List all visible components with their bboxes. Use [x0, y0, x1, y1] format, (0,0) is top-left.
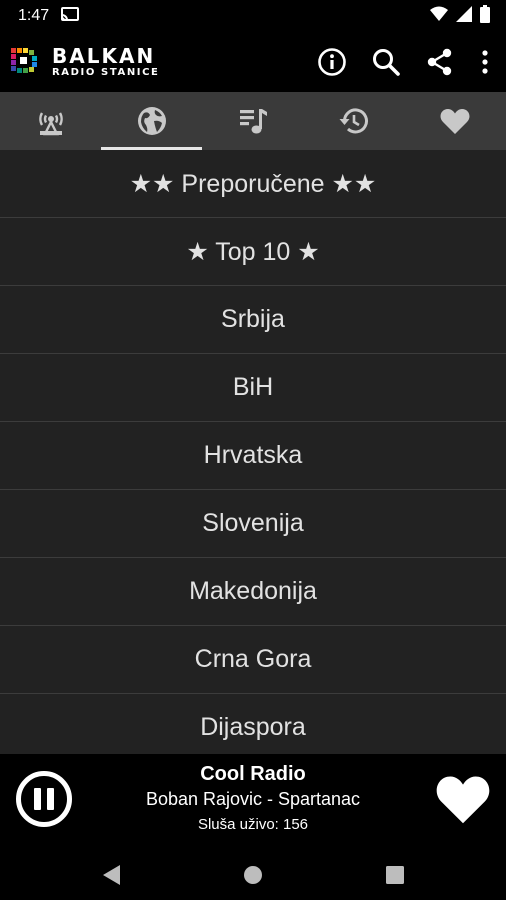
list-item[interactable]: Srbija — [0, 286, 506, 354]
favorite-button[interactable] — [434, 772, 492, 826]
pause-icon — [34, 788, 41, 810]
share-icon — [427, 48, 452, 76]
status-time: 1:47 — [18, 7, 50, 24]
recents-icon — [386, 866, 404, 884]
home-button[interactable] — [241, 863, 265, 887]
system-nav-bar — [0, 850, 506, 900]
tab-favorites[interactable] — [405, 92, 506, 150]
back-button[interactable] — [99, 863, 123, 887]
battery-icon — [480, 4, 490, 28]
logo-subtitle: RADIO STANICE — [52, 67, 160, 78]
heart-icon — [440, 109, 470, 134]
music-genre-icon — [240, 109, 267, 134]
now-playing-info[interactable]: Cool Radio Boban Rajovic - Spartanac Slu… — [100, 762, 406, 838]
status-bar: 1:47 — [0, 0, 506, 32]
globe-icon — [137, 107, 166, 135]
cast-icon — [61, 6, 80, 26]
list-item[interactable]: Crna Gora — [0, 626, 506, 694]
share-button[interactable] — [424, 46, 456, 78]
list-item[interactable]: Hrvatska — [0, 422, 506, 490]
search-button[interactable] — [370, 46, 402, 78]
app-bar: BALKAN RADIO STANICE — [0, 32, 506, 92]
overflow-menu-button[interactable] — [478, 46, 492, 78]
pause-button[interactable] — [16, 771, 72, 827]
history-icon — [339, 108, 369, 134]
country-list: ★★ Preporučene ★★ ★ Top 10 ★ Srbija BiH … — [0, 150, 506, 754]
mini-player: Cool Radio Boban Rajovic - Spartanac Slu… — [0, 754, 506, 850]
tab-genres[interactable] — [202, 92, 303, 150]
back-icon — [103, 865, 120, 885]
list-item[interactable]: ★ Top 10 ★ — [0, 218, 506, 286]
signal-icon — [456, 5, 472, 27]
list-item[interactable]: Slovenija — [0, 490, 506, 558]
list-item[interactable]: Makedonija — [0, 558, 506, 626]
listener-count: Sluša uživo: 156 — [197, 816, 309, 833]
logo-title: BALKAN — [52, 44, 156, 68]
app-logo: BALKAN RADIO STANICE — [10, 42, 160, 83]
tab-history[interactable] — [304, 92, 405, 150]
tab-radio-stations[interactable] — [0, 92, 101, 150]
tab-countries[interactable] — [101, 92, 203, 150]
tab-bar — [0, 92, 506, 150]
song-title: Boban Rajovic - Spartanac — [145, 789, 361, 809]
home-icon — [244, 866, 262, 884]
station-name: Cool Radio — [200, 763, 306, 785]
wifi-icon — [430, 6, 448, 27]
recents-button[interactable] — [383, 863, 407, 887]
overflow-menu-icon — [482, 50, 488, 74]
heart-icon — [436, 776, 490, 824]
search-icon — [373, 49, 400, 76]
info-button[interactable] — [316, 46, 348, 78]
radio-tower-icon — [38, 112, 63, 136]
info-icon — [318, 48, 346, 76]
list-item[interactable]: BiH — [0, 354, 506, 422]
list-item[interactable]: ★★ Preporučene ★★ — [0, 150, 506, 218]
list-item[interactable]: Dijaspora — [0, 694, 506, 754]
logo-mark-icon — [10, 42, 46, 83]
